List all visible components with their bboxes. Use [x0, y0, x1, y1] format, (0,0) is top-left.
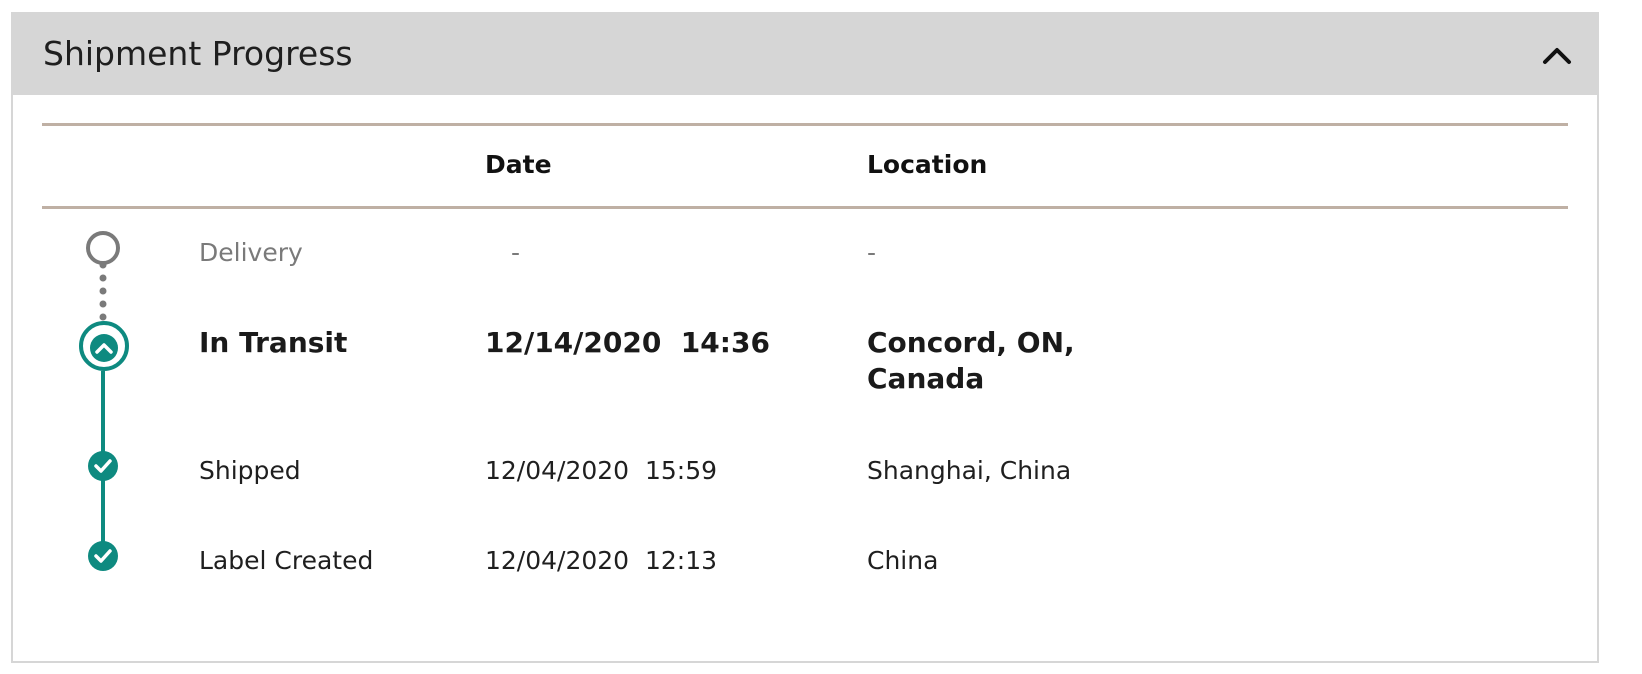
panel-header[interactable]: Shipment Progress: [13, 14, 1597, 95]
status-label: Shipped: [199, 456, 301, 485]
location-value: Shanghai, China: [867, 456, 1072, 485]
location-value: Concord, ON, Canada: [867, 326, 1075, 395]
date-value: -: [511, 238, 521, 267]
status-label: Label Created: [199, 546, 374, 575]
column-header-date: Date: [485, 150, 552, 179]
progress-timeline: [79, 231, 129, 571]
check-circle-icon: [88, 451, 118, 481]
panel-title: Shipment Progress: [43, 34, 353, 73]
table-top-rule: [42, 123, 1568, 126]
shipment-progress-panel: Shipment Progress Date Location Delivery…: [11, 12, 1599, 663]
check-circle-icon: [88, 541, 118, 571]
collapse-button[interactable]: [1537, 36, 1577, 72]
status-label: In Transit: [199, 326, 348, 359]
pending-connector: [99, 261, 107, 321]
chevron-up-circle-icon: [79, 321, 129, 371]
chevron-up-icon: [1543, 48, 1571, 64]
status-label: Delivery: [199, 238, 303, 267]
empty-circle-icon: [86, 231, 120, 265]
location-value: China: [867, 546, 939, 575]
column-header-location: Location: [867, 150, 988, 179]
date-value: 12/14/2020 14:36: [485, 326, 770, 359]
table-header-rule: [42, 206, 1568, 209]
location-value: -: [867, 238, 877, 267]
date-value: 12/04/2020 15:59: [485, 456, 718, 485]
date-value: 12/04/2020 12:13: [485, 546, 718, 575]
